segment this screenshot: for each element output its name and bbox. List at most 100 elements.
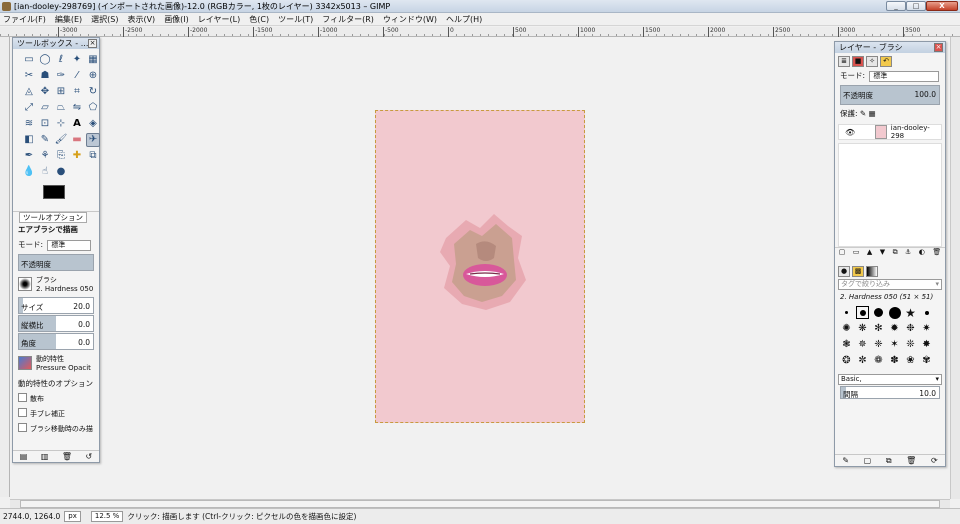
brush-preset-select[interactable]: Basic,: [838, 374, 942, 385]
ellipse-select-icon[interactable]: ◯: [38, 53, 52, 67]
image-layer-preview[interactable]: [375, 110, 585, 423]
smooth-stroke-checkbox[interactable]: 手ブレ補正: [13, 406, 99, 421]
blur-icon[interactable]: 💧: [22, 165, 36, 179]
vertical-ruler[interactable]: [0, 37, 10, 497]
paths-tab-icon[interactable]: ✧: [866, 56, 878, 67]
zoom-select[interactable]: 12.5 %: [90, 511, 124, 522]
rect-select-icon[interactable]: ▭: [22, 53, 36, 67]
brush-thumb[interactable]: ✻: [872, 322, 885, 335]
ink-icon[interactable]: ✒: [22, 149, 36, 163]
handle-transform-icon[interactable]: ⊹: [54, 117, 68, 131]
raise-layer-icon[interactable]: ▲: [867, 248, 872, 259]
brush-thumb[interactable]: ✷: [920, 322, 933, 335]
spacing-slider[interactable]: 間隔 10.0: [840, 386, 940, 399]
tag-filter-input[interactable]: タグで絞り込み: [838, 279, 942, 290]
menu-select[interactable]: 選択(S): [91, 14, 118, 25]
brush-thumb[interactable]: [920, 306, 933, 319]
menu-view[interactable]: 表示(V): [127, 14, 155, 25]
fuzzy-select-icon[interactable]: ✦: [70, 53, 84, 67]
bucket-fill-icon[interactable]: ◈: [86, 117, 100, 131]
brush-thumb[interactable]: ❉: [904, 322, 917, 335]
menu-help[interactable]: ヘルプ(H): [446, 14, 482, 25]
crop-icon[interactable]: ⌗: [70, 85, 84, 99]
brush-thumb[interactable]: ✽: [888, 354, 901, 367]
layer-item[interactable]: 👁 ian-dooley-298: [838, 124, 942, 140]
perspective-clone-icon[interactable]: ⧉: [86, 149, 100, 163]
brush-preview-icon[interactable]: [18, 277, 32, 291]
maximize-button[interactable]: □: [906, 1, 926, 11]
pencil-icon[interactable]: ✎: [38, 133, 52, 147]
channels-tab-icon[interactable]: ■: [852, 56, 864, 67]
layers-tab-icon[interactable]: ≣: [838, 56, 850, 67]
dodge-burn-icon[interactable]: ●: [54, 165, 68, 179]
delete-brush-icon[interactable]: 🗑: [906, 456, 916, 465]
duplicate-layer-icon[interactable]: ⧉: [893, 248, 898, 259]
menu-layer[interactable]: レイヤー(L): [198, 14, 240, 25]
delete-options-icon[interactable]: 🗑: [62, 452, 72, 461]
menu-windows[interactable]: ウィンドウ(W): [383, 14, 437, 25]
new-layer-icon[interactable]: ▢: [839, 248, 846, 259]
brush-thumb[interactable]: ❀: [904, 354, 917, 367]
paths-icon[interactable]: ✑: [54, 69, 68, 83]
cage-icon[interactable]: ⬠: [86, 101, 100, 115]
refresh-brushes-icon[interactable]: ⟳: [931, 456, 938, 465]
brush-selector[interactable]: ブラシ 2. Hardness 050: [18, 272, 94, 296]
horizontal-ruler[interactable]: -3000 -2500 -2000 -1500 -1000 -500 0 500…: [0, 27, 960, 37]
layer-group-icon[interactable]: ▭: [853, 248, 860, 259]
measure-icon[interactable]: ◬: [22, 85, 36, 99]
dynamics-options-expander[interactable]: 動的特性のオプション: [13, 376, 99, 391]
mypaint-brush-icon[interactable]: ⚘: [38, 149, 52, 163]
tab-tool-options[interactable]: ツールオプション: [19, 211, 87, 223]
brush-thumb[interactable]: [840, 306, 853, 319]
lock-alpha-icon[interactable]: ▦: [869, 109, 876, 118]
new-brush-icon[interactable]: ▢: [864, 456, 872, 465]
mode-select[interactable]: 標準: [47, 240, 92, 251]
layer-opacity-slider[interactable]: 不透明度 100.0: [840, 85, 940, 105]
eraser-icon[interactable]: ▬: [70, 133, 84, 147]
menu-image[interactable]: 画像(I): [164, 14, 189, 25]
move-icon[interactable]: ✥: [38, 85, 52, 99]
brushes-tab-icon[interactable]: ●: [838, 266, 850, 277]
brush-thumb[interactable]: ✹: [888, 322, 901, 335]
paintbrush-icon[interactable]: 🖌: [54, 133, 68, 147]
smudge-icon[interactable]: ☝: [38, 165, 52, 179]
horizontal-scrollbar[interactable]: [10, 499, 950, 508]
dynamics-selector[interactable]: 動的特性 Pressure Opacit: [18, 351, 94, 375]
opacity-slider[interactable]: 不透明度: [18, 254, 94, 271]
layer-mask-icon[interactable]: ◐: [919, 248, 925, 259]
brush-thumb[interactable]: ✺: [840, 322, 853, 335]
text-tool-icon[interactable]: A: [70, 117, 84, 131]
color-select-icon[interactable]: ▦: [86, 53, 100, 67]
align-icon[interactable]: ⊞: [54, 85, 68, 99]
brush-thumb[interactable]: [856, 306, 869, 319]
aspect-slider[interactable]: 縦横比 0.0: [18, 315, 94, 332]
duplicate-brush-icon[interactable]: ⧉: [886, 456, 892, 466]
brush-thumb[interactable]: ✶: [888, 338, 901, 351]
color-picker-icon[interactable]: ⁄: [70, 69, 84, 83]
lock-brush-checkbox[interactable]: ブラシ移動時のみ描: [13, 421, 99, 436]
zoom-icon[interactable]: ⊕: [86, 69, 100, 83]
menu-tools[interactable]: ツール(T): [278, 14, 313, 25]
scissors-icon[interactable]: ✂: [22, 69, 36, 83]
warp-icon[interactable]: ≋: [22, 117, 36, 131]
blend-icon[interactable]: ◧: [22, 133, 36, 147]
scatter-checkbox[interactable]: 散布: [13, 391, 99, 406]
unit-select[interactable]: px: [64, 511, 81, 522]
layers-dock-close-icon[interactable]: ×: [934, 43, 943, 52]
vertical-scrollbar[interactable]: [950, 37, 960, 499]
brush-thumb[interactable]: ✸: [920, 338, 933, 351]
brush-thumb[interactable]: [888, 306, 901, 319]
rotate-icon[interactable]: ↻: [86, 85, 100, 99]
menu-file[interactable]: ファイル(F): [3, 14, 46, 25]
anchor-layer-icon[interactable]: ⚓: [905, 248, 911, 259]
layer-name[interactable]: ian-dooley-298: [891, 124, 941, 140]
brush-thumb[interactable]: ❂: [840, 354, 853, 367]
angle-slider[interactable]: 角度 0.0: [18, 333, 94, 350]
delete-layer-icon[interactable]: 🗑: [932, 248, 941, 259]
brush-thumb[interactable]: ❋: [856, 322, 869, 335]
perspective-icon[interactable]: ⏢: [54, 101, 68, 115]
save-options-icon[interactable]: ▤: [20, 452, 28, 461]
menu-colors[interactable]: 色(C): [249, 14, 269, 25]
restore-options-icon[interactable]: ▥: [41, 452, 49, 461]
brush-thumb[interactable]: ❈: [872, 338, 885, 351]
